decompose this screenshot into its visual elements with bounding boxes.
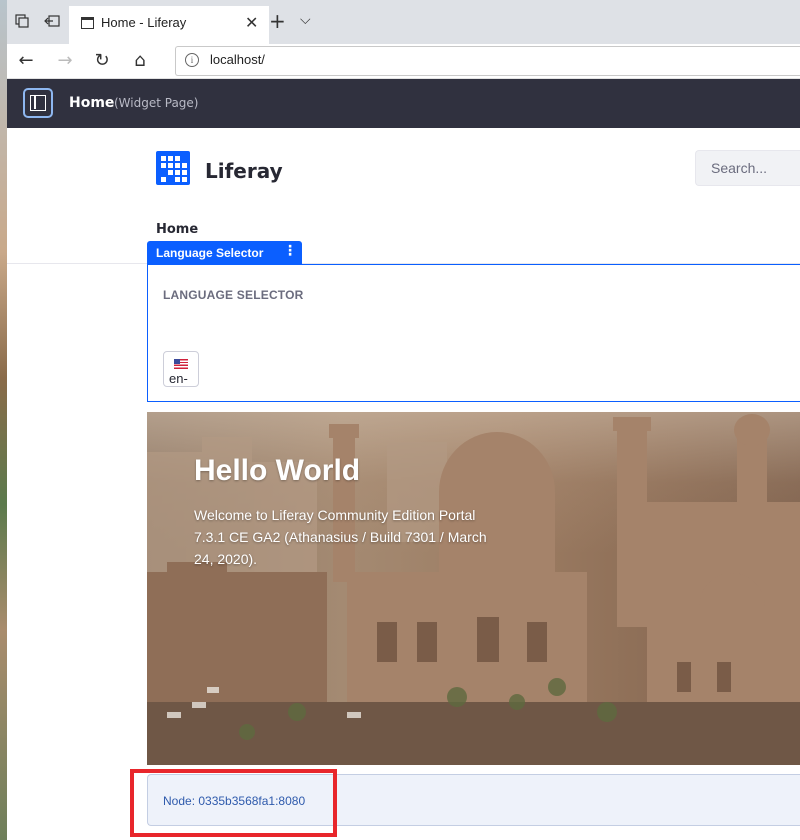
page-icon [81,17,94,29]
site-info-icon[interactable]: i [185,53,199,67]
hero-banner: Hello World Welcome to Liferay Community… [147,412,800,765]
page-content: Liferay Search... Home Language Selector… [7,128,800,840]
browser-toolbar: ← → ↻ ⌂ i localhost/ [7,44,800,79]
browser-window: Home - Liferay ✕ + ⌵ ← → ↻ ⌂ i localhost… [7,0,800,840]
control-menu-subtitle: (Widget Page) [114,96,199,110]
us-flag-icon [174,359,188,369]
portlet-options-icon[interactable]: ⋮ [283,243,297,259]
control-menu-title: Home [69,95,115,111]
nav-item-home[interactable]: Home [156,222,198,237]
set-aside-tabs-icon[interactable] [43,12,61,30]
language-code: en- [169,371,188,386]
search-placeholder: Search... [711,160,768,176]
home-icon[interactable]: ⌂ [127,47,153,73]
search-input[interactable]: Search... [695,150,800,186]
tab-actions-icon[interactable] [13,12,31,30]
forward-icon[interactable]: → [52,47,78,73]
address-bar[interactable]: i localhost/ [175,46,800,76]
liferay-logo-icon[interactable] [156,151,190,185]
site-name[interactable]: Liferay [205,159,283,183]
tab-menu-chevron-icon[interactable]: ⌵ [300,12,311,28]
banner-heading: Hello World [194,454,361,487]
browser-tab-active[interactable]: Home - Liferay ✕ [69,6,269,44]
portlet-tab-label: Language Selector [156,246,264,260]
product-menu-toggle-icon[interactable] [23,88,53,118]
banner-text: Welcome to Liferay Community Edition Por… [194,507,487,567]
highlight-annotation-box [130,769,337,837]
new-tab-icon[interactable]: + [269,11,286,31]
language-button[interactable]: en- [163,351,199,387]
back-icon[interactable]: ← [13,47,39,73]
language-selector-portlet: LANGUAGE SELECTOR en- [147,264,800,402]
tab-title: Home - Liferay [101,15,187,30]
portlet-title: LANGUAGE SELECTOR [163,288,304,302]
refresh-icon[interactable]: ↻ [89,47,115,73]
tab-strip: Home - Liferay ✕ + ⌵ [7,0,800,44]
close-tab-icon[interactable]: ✕ [245,13,258,32]
address-text[interactable]: localhost/ [210,52,265,67]
portlet-topper[interactable]: Language Selector ⋮ [147,241,302,264]
control-menu: Home (Widget Page) [7,79,800,128]
